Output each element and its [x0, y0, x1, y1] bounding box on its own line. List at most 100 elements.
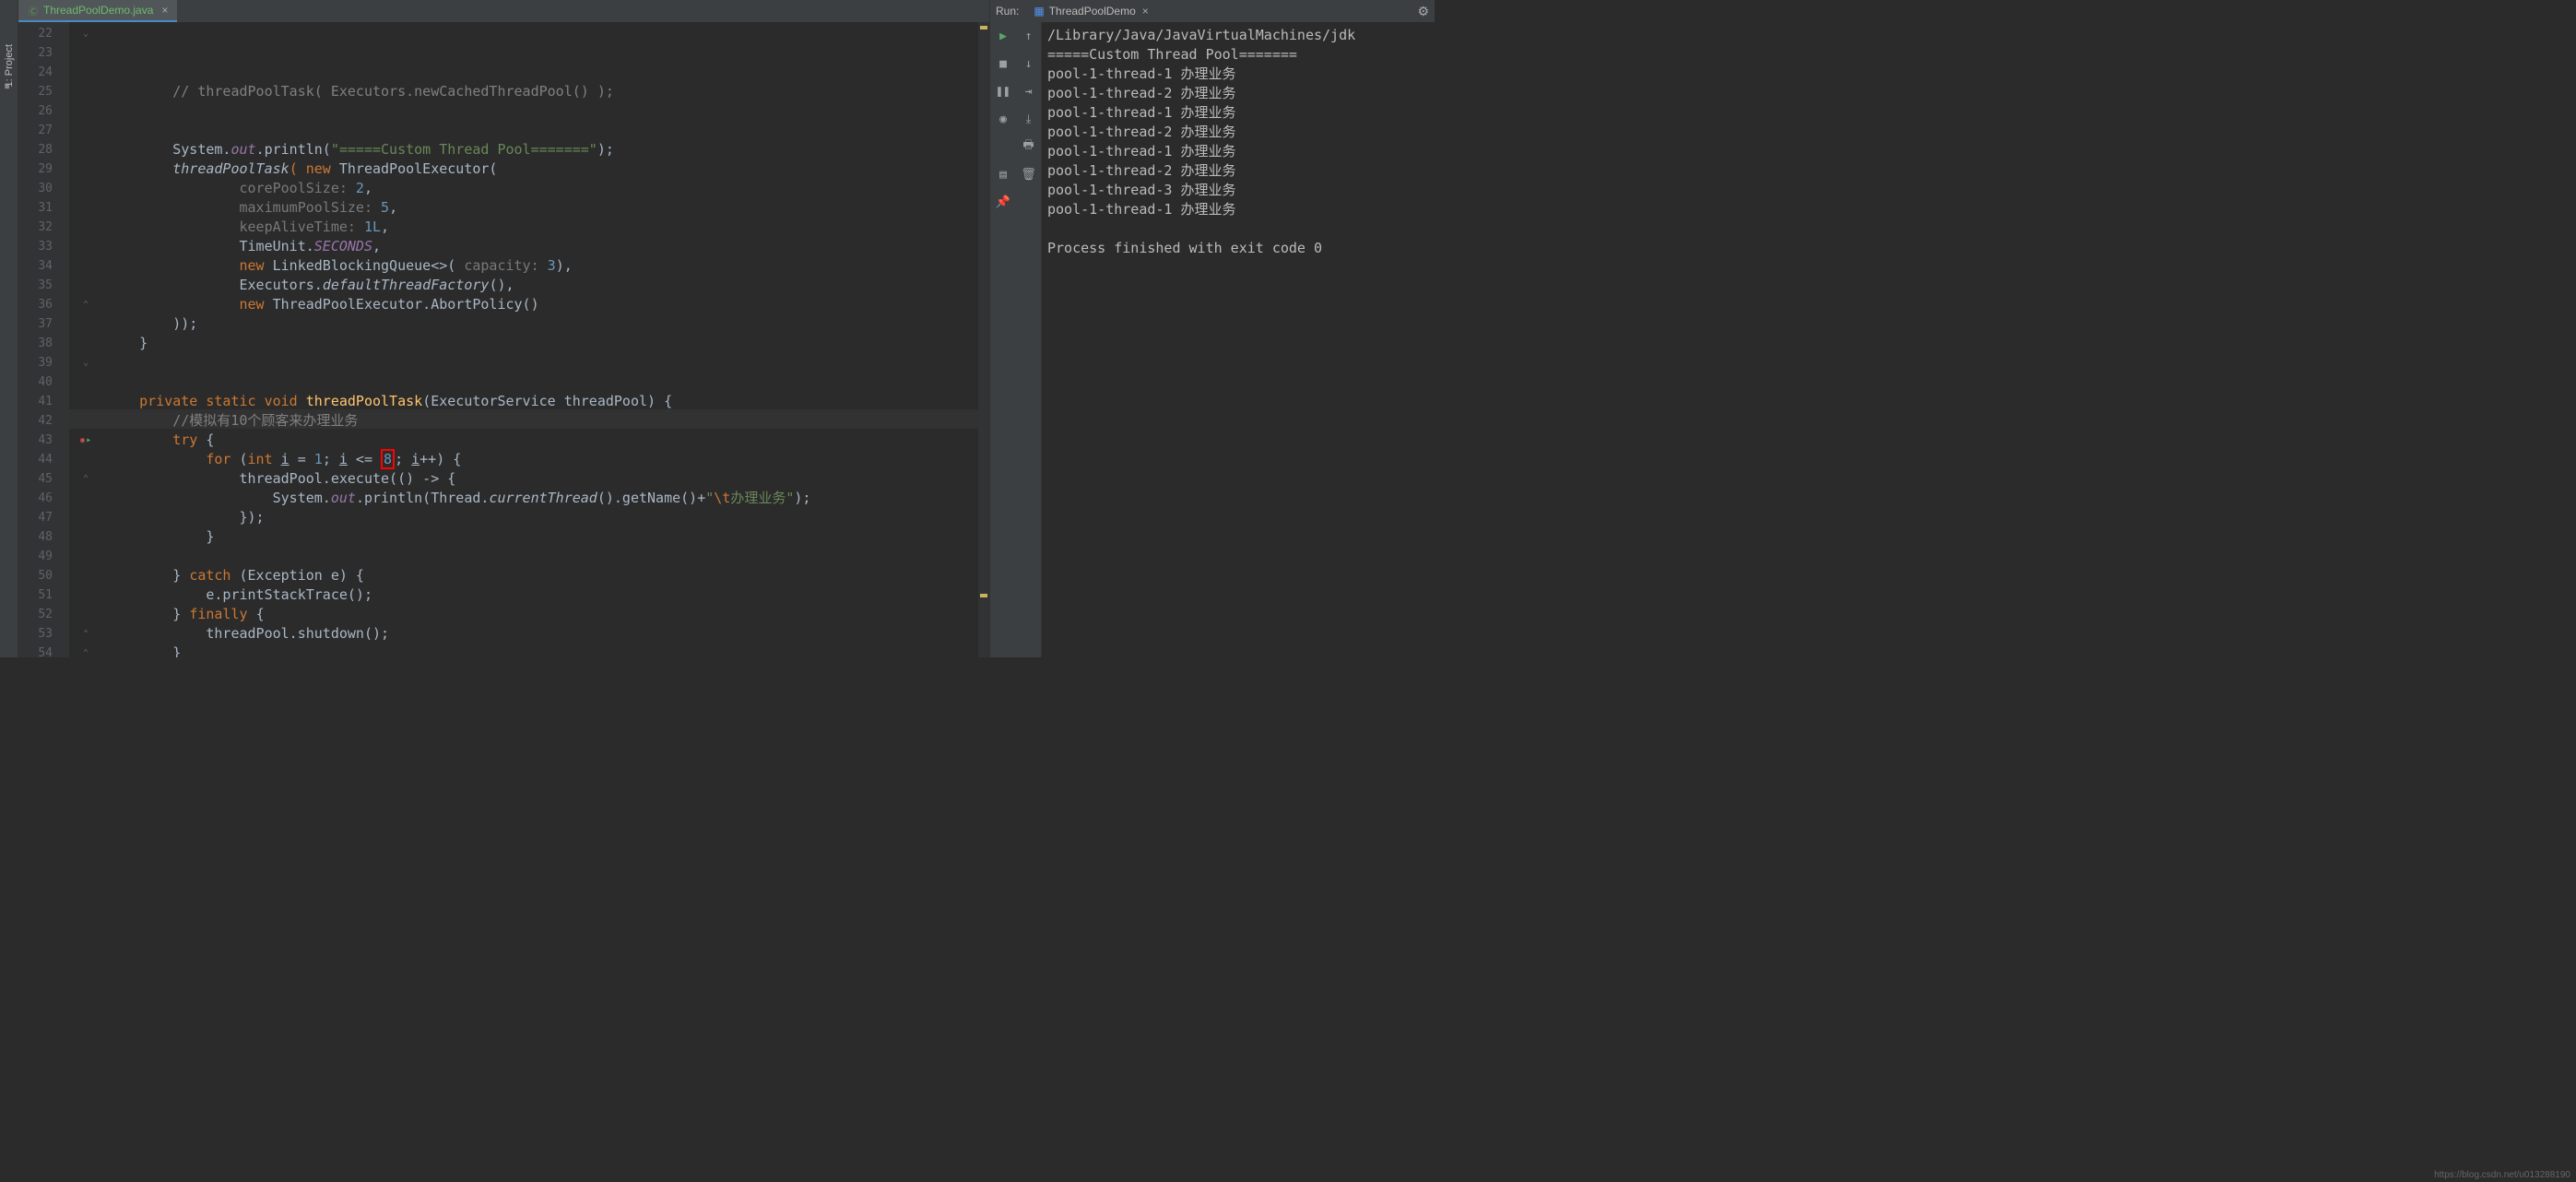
close-icon[interactable]: × [161, 4, 168, 17]
down-icon[interactable]: ↓ [1021, 55, 1037, 72]
run-toolbar-primary: ▶ ■ ❚❚ ◉ ▤ 📌 [990, 22, 1016, 657]
t: threadPool.execute(() -> { [240, 470, 456, 487]
t: defaultThreadFactory [323, 277, 490, 293]
t: } [172, 606, 189, 622]
t: 5 [372, 199, 389, 216]
print-icon[interactable]: 🖶 [1021, 138, 1037, 155]
t: " [705, 490, 714, 506]
run-toolbar-secondary: ↑ ↓ ⇥ ⤓ 🖶 🗑 [1016, 22, 1042, 657]
t: ; [395, 451, 411, 467]
t: new [240, 296, 273, 313]
t: (ExecutorService threadPool) { [422, 393, 672, 409]
t: 3 [539, 257, 556, 274]
t: 1 [314, 451, 323, 467]
t: corePoolSize: [240, 180, 348, 196]
t: } [139, 335, 148, 351]
editor-tab-bar: Ⓒ ThreadPoolDemo.java × [18, 0, 989, 22]
t: int [248, 451, 281, 467]
t: .println(Thread. [356, 490, 490, 506]
run-header: Run: ▦ ThreadPoolDemo × ⚙ [990, 0, 1435, 22]
t: LinkedBlockingQueue<>( [273, 257, 465, 274]
wrap-icon[interactable]: ⇥ [1021, 83, 1037, 100]
pause-icon[interactable]: ❚❚ [995, 83, 1011, 100]
folder-icon: ▪ [4, 79, 10, 92]
t: SECONDS [314, 238, 372, 254]
t: ++) { [419, 451, 461, 467]
warning-marker[interactable] [980, 26, 987, 30]
t: i [281, 451, 290, 467]
t: \t [714, 490, 730, 506]
watermark: https://blog.csdn.net/u013288190 [2434, 1170, 2570, 1180]
run-body: ▶ ■ ❚❚ ◉ ▤ 📌 ↑ ↓ ⇥ ⤓ 🖶 🗑 /Library/Java/J… [990, 22, 1435, 657]
trash-icon[interactable]: 🗑 [1021, 166, 1037, 183]
t: Executors. [240, 277, 323, 293]
t: .println( [256, 141, 331, 158]
code-area[interactable]: 2223242526272829303132333435363738394041… [18, 22, 989, 657]
code-content[interactable]: // threadPoolTask( Executors.newCachedTh… [69, 22, 989, 657]
t: } [206, 528, 214, 545]
close-icon[interactable]: × [1142, 5, 1149, 18]
t: finally [189, 606, 255, 622]
t: System. [273, 490, 331, 506]
line-gutter: 2223242526272829303132333435363738394041… [18, 22, 69, 657]
highlighted-loop-limit: 8 [381, 449, 395, 469]
t: e.printStackTrace(); [206, 586, 372, 603]
t: ( [240, 451, 248, 467]
t: threadPoolTask [306, 393, 422, 409]
run-config-tab[interactable]: ▦ ThreadPoolDemo × [1028, 3, 1153, 19]
t: out [230, 141, 255, 158]
t: { [256, 606, 265, 622]
t: threadPool.shutdown(); [206, 625, 389, 642]
t: System. [172, 141, 230, 158]
t: try [172, 431, 206, 448]
pin-icon[interactable]: 📌 [995, 194, 1011, 210]
t: ), [556, 257, 573, 274]
t: }); [240, 509, 265, 526]
console-output[interactable]: /Library/Java/JavaVirtualMachines/jdk ==… [1042, 22, 1435, 657]
up-icon[interactable]: ↑ [1021, 28, 1037, 44]
t: ; [323, 451, 339, 467]
t: "=====Custom Thread Pool=======" [331, 141, 597, 158]
t: ThreadPoolExecutor.AbortPolicy() [273, 296, 539, 313]
t: maximumPoolSize: [240, 199, 373, 216]
run-title: Run: [996, 5, 1019, 18]
project-sidebar[interactable]: 1: Project ▪ [0, 0, 18, 657]
camera-icon[interactable]: ◉ [995, 111, 1011, 127]
t: (Exception e) { [240, 567, 364, 584]
t: 2 [348, 180, 364, 196]
t: //模拟有10个顾客来办理业务 [172, 412, 358, 429]
t: ); [597, 141, 614, 158]
editor-tab-active[interactable]: Ⓒ ThreadPoolDemo.java × [18, 0, 177, 22]
t: (), [489, 277, 514, 293]
t: ( new [290, 160, 339, 177]
t: ThreadPoolExecutor( [339, 160, 498, 177]
comment: // threadPoolTask( Executors.newCachedTh… [172, 83, 614, 100]
t: i [411, 451, 419, 467]
t: 办理业务" [730, 490, 794, 506]
run-tool-window: Run: ▦ ThreadPoolDemo × ⚙ ▶ ■ ❚❚ ◉ ▤ 📌 ↑… [989, 0, 1435, 657]
t: catch [189, 567, 239, 584]
stop-icon[interactable]: ■ [995, 55, 1011, 72]
t: new [240, 257, 273, 274]
t: )); [172, 315, 197, 332]
t: 1L [356, 219, 381, 235]
run-config-name: ThreadPoolDemo [1049, 5, 1136, 18]
t: ().getName()+ [597, 490, 705, 506]
t: } [172, 567, 189, 584]
t: for [206, 451, 239, 467]
t: capacity: [464, 257, 538, 274]
application-icon: ▦ [1034, 5, 1044, 18]
t: i [339, 451, 348, 467]
t: TimeUnit. [240, 238, 314, 254]
editor-pane: Ⓒ ThreadPoolDemo.java × 2223242526272829… [18, 0, 989, 657]
scroll-end-icon[interactable]: ⤓ [1021, 111, 1037, 127]
t: ); [794, 490, 810, 506]
gear-icon[interactable]: ⚙ [1417, 4, 1429, 19]
t: keepAliveTime: [240, 219, 356, 235]
code-line: // threadPoolTask( Executors.newCachedTh… [106, 63, 989, 657]
layout-icon[interactable]: ▤ [995, 166, 1011, 183]
rerun-icon[interactable]: ▶ [995, 28, 1011, 44]
java-class-icon: Ⓒ [28, 5, 39, 16]
t: = [290, 451, 314, 467]
t: private static void [139, 393, 306, 409]
